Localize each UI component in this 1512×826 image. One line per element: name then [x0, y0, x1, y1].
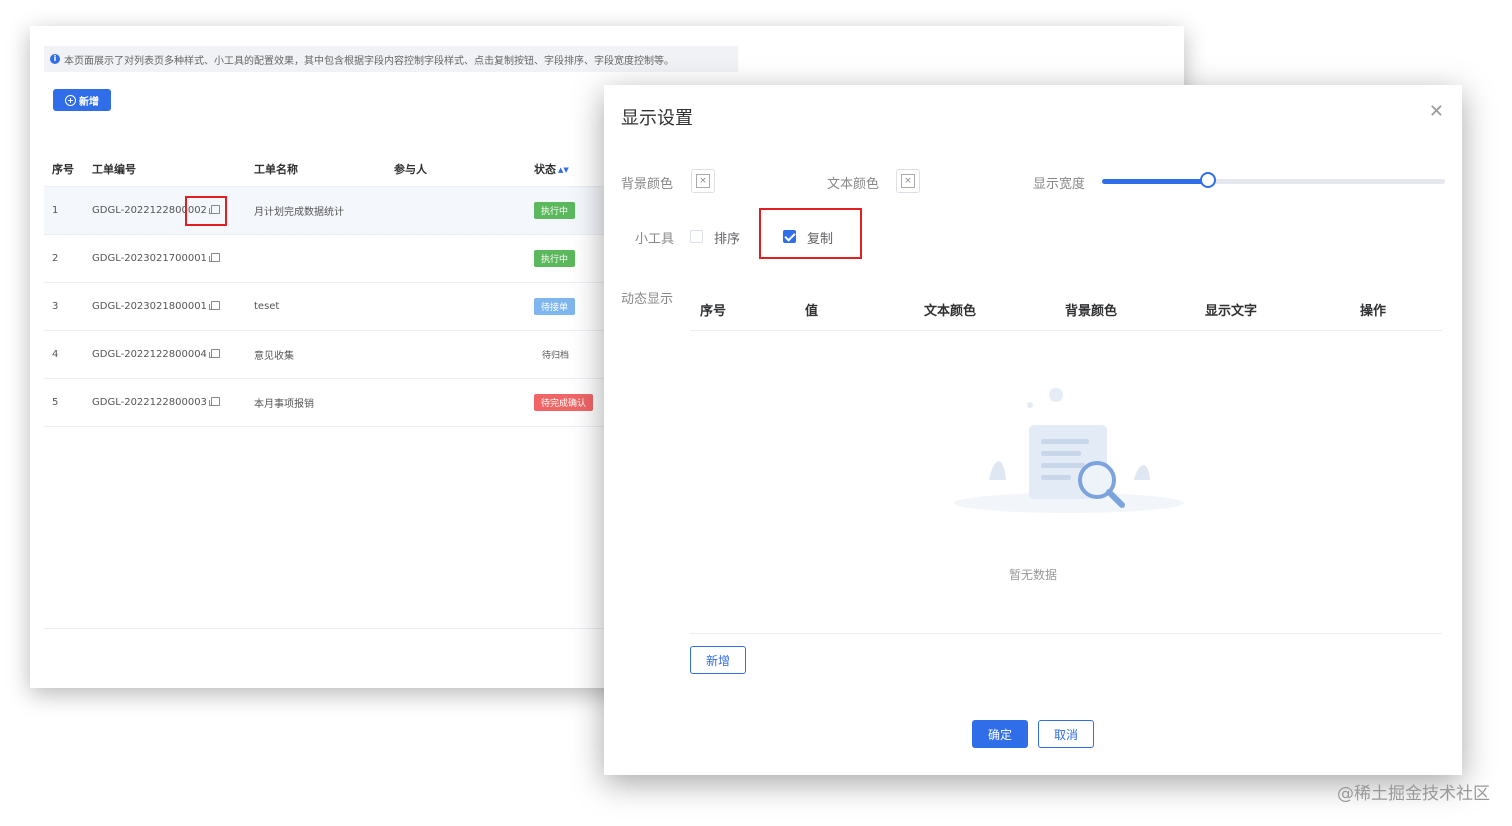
row-code: GDGL-2022122800004 [92, 330, 254, 379]
table-header-row: 序号 工单编号 工单名称 参与人 状态 ▲▼ [44, 152, 604, 187]
header-label: 状态 [534, 163, 556, 176]
dynamic-table-footer-divider [690, 633, 1442, 634]
row-status: 待完成确认 [534, 378, 604, 427]
header-label: 序号 [52, 163, 74, 176]
header-label: 工单编号 [92, 163, 136, 176]
row-code-text: GDGL-2022122800003 [92, 397, 207, 408]
info-icon: i [50, 54, 60, 64]
text-color-label: 文本颜色 [827, 177, 880, 192]
row-name: 本月事项报销 [254, 378, 394, 427]
add-row-button[interactable]: 新增 [690, 646, 746, 674]
copy-icon[interactable] [208, 396, 220, 406]
empty-color-icon: × [901, 174, 915, 188]
row-name: 月计划完成数据统计 [254, 186, 394, 235]
row-code: GDGL-2023021700001 [92, 234, 254, 283]
row-participant [394, 378, 534, 427]
source-credit: @稀土掘金技术社区 [1337, 784, 1490, 804]
row-code-text: GDGL-2023021800001 [92, 301, 207, 312]
status-badge: 待归档 [542, 351, 570, 361]
row-code-text: GDGL-2022122800004 [92, 349, 207, 360]
column-header-name: 工单名称 [254, 152, 394, 187]
sort-icon[interactable]: ▲▼ [558, 166, 569, 174]
table-row[interactable]: 3 GDGL-2023021800001 teset 待接单 [44, 282, 604, 331]
table-row[interactable]: 4 GDGL-2022122800004 意见收集 待归档 [44, 330, 604, 379]
row-index: 1 [44, 186, 92, 235]
row-code: GDGL-2023021800001 [92, 282, 254, 331]
copy-option-highlight-box [759, 208, 862, 259]
column-header-index: 序号 [700, 304, 727, 319]
row-code-text: GDGL-2023021700001 [92, 253, 207, 264]
row-participant [394, 186, 534, 235]
column-header-status[interactable]: 状态 ▲▼ [534, 152, 604, 187]
work-order-table: 序号 工单编号 工单名称 参与人 状态 ▲▼ 1 GDGL-202212280000… [44, 152, 604, 427]
table-footer-divider [44, 628, 604, 629]
row-code: GDGL-2022122800002 [92, 186, 254, 235]
copy-icon[interactable] [208, 348, 220, 358]
copy-icon[interactable] [208, 300, 220, 310]
width-slider[interactable] [1102, 172, 1445, 188]
row-participant [394, 234, 534, 283]
cancel-button[interactable]: 取消 [1038, 720, 1094, 748]
column-header-text-color: 文本颜色 [924, 304, 977, 319]
row-index: 2 [44, 234, 92, 283]
status-badge: 待完成确认 [534, 394, 594, 411]
tools-label: 小工具 [635, 232, 675, 247]
notice-bar: i 本页面展示了对列表页多种样式、小工具的配置效果，其中包含根据字段内容控制字段… [44, 46, 738, 72]
display-settings-dialog: 显示设置 ✕ 背景颜色 × 文本颜色 × 显示宽度 小工具 排序 复制 动态显示… [604, 85, 1462, 775]
empty-data-illustration [954, 388, 1184, 513]
status-badge: 执行中 [534, 250, 576, 267]
row-name: 意见收集 [254, 330, 394, 379]
table-row[interactable]: 5 GDGL-2022122800003 本月事项报销 待完成确认 [44, 378, 604, 427]
slider-fill [1102, 179, 1209, 184]
bg-color-picker[interactable]: × [691, 169, 715, 193]
header-label: 工单名称 [254, 163, 298, 176]
column-header-bg-color: 背景颜色 [1065, 304, 1118, 319]
plus-circle-icon: + [65, 94, 76, 106]
row-status: 待接单 [534, 282, 604, 331]
row-index: 5 [44, 378, 92, 427]
bg-color-label: 背景颜色 [621, 177, 674, 192]
add-button-label: 新增 [79, 96, 99, 108]
row-participant [394, 330, 534, 379]
empty-color-icon: × [696, 174, 710, 188]
confirm-button[interactable]: 确定 [972, 720, 1028, 748]
width-label: 显示宽度 [1033, 177, 1086, 192]
row-participant [394, 282, 534, 331]
column-header-value: 值 [805, 304, 819, 319]
column-header-display-text: 显示文字 [1205, 304, 1258, 319]
notice-text: 本页面展示了对列表页多种样式、小工具的配置效果，其中包含根据字段内容控制字段样式… [64, 55, 674, 67]
header-label: 参与人 [394, 163, 427, 176]
row-index: 3 [44, 282, 92, 331]
row-name: teset [254, 282, 394, 331]
copy-icon[interactable] [208, 252, 220, 262]
row-status: 执行中 [534, 234, 604, 283]
empty-data-text: 暂无数据 [1008, 568, 1057, 582]
text-color-picker[interactable]: × [896, 169, 920, 193]
status-badge: 执行中 [534, 202, 576, 219]
dialog-title: 显示设置 [621, 108, 693, 129]
column-header-participant: 参与人 [394, 152, 534, 187]
row-name [254, 234, 394, 283]
slider-handle[interactable] [1200, 172, 1217, 188]
column-header-index: 序号 [44, 152, 92, 187]
column-header-actions: 操作 [1360, 304, 1387, 319]
table-row[interactable]: 2 GDGL-2023021700001 执行中 [44, 234, 604, 283]
status-badge: 待接单 [534, 298, 576, 315]
row-status: 执行中 [534, 186, 604, 235]
table-row[interactable]: 1 GDGL-2022122800002 月计划完成数据统计 执行中 [44, 186, 604, 235]
sort-checkbox-label[interactable]: 排序 [714, 228, 740, 247]
close-icon[interactable]: ✕ [1429, 103, 1444, 121]
dynamic-table-header: 序号 值 文本颜色 背景颜色 显示文字 操作 [690, 290, 1442, 331]
sort-checkbox[interactable] [690, 230, 703, 243]
row-status: 待归档 [534, 330, 604, 379]
row-code: GDGL-2022122800003 [92, 378, 254, 427]
column-header-code: 工单编号 [92, 152, 254, 187]
dynamic-display-label: 动态显示 [621, 292, 674, 307]
add-button[interactable]: + 新增 [53, 89, 111, 111]
copy-highlight-box [185, 196, 227, 226]
row-index: 4 [44, 330, 92, 379]
